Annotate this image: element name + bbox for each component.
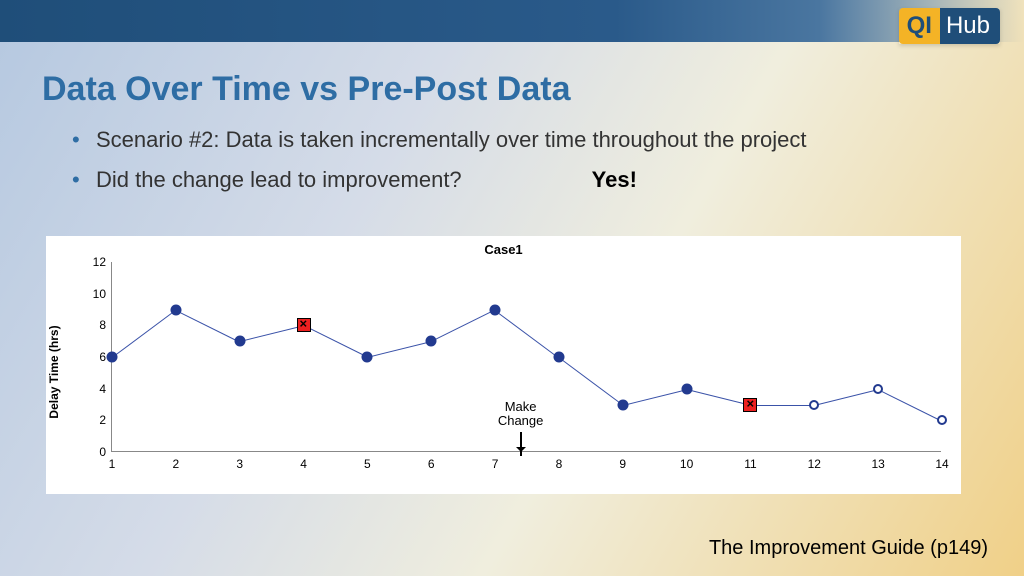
line-segment [303,325,367,358]
slide: QI Hub Data Over Time vs Pre-Post Data S… [0,0,1024,576]
x-tick: 2 [173,457,180,471]
x-tick: 5 [364,457,371,471]
plot-area: 0246810121234567891011121314MakeChange [111,262,941,452]
y-tick: 8 [99,318,106,332]
line-segment [686,389,750,406]
chart: Case1 Delay Time (hrs) 02468101212345678… [46,236,961,494]
data-point [362,352,373,363]
marker-red-square [297,318,311,332]
marker-red-square [743,398,757,412]
line-segment [750,405,814,406]
x-tick: 9 [619,457,626,471]
line-segment [240,325,304,342]
line-segment [367,341,431,358]
line-segment [431,309,495,342]
logo-left: QI [899,8,940,44]
x-tick: 1 [109,457,116,471]
x-tick: 14 [935,457,948,471]
data-point [426,336,437,347]
data-point [681,383,692,394]
y-axis-label: Delay Time (hrs) [47,325,61,418]
page-title: Data Over Time vs Pre-Post Data [0,42,1024,125]
x-tick: 13 [871,457,884,471]
line-segment [878,389,942,422]
y-tick: 2 [99,413,106,427]
bullet-list: Scenario #2: Data is taken incrementally… [0,125,1024,194]
x-tick: 3 [236,457,243,471]
chart-title: Case1 [484,242,522,257]
data-point [107,352,118,363]
line-segment [558,357,622,405]
footer-citation: The Improvement Guide (p149) [709,537,988,560]
x-tick: 4 [300,457,307,471]
data-point-open [809,400,819,410]
y-tick: 10 [93,287,106,301]
x-tick: 6 [428,457,435,471]
x-tick: 12 [808,457,821,471]
line-segment [175,310,239,343]
bullet-2: Did the change lead to improvement? Yes! [96,165,954,195]
y-tick: 12 [93,255,106,269]
x-tick: 7 [492,457,499,471]
header-bar [0,0,1024,42]
bullet-1: Scenario #2: Data is taken incrementally… [96,125,954,155]
x-tick: 10 [680,457,693,471]
data-point [234,336,245,347]
x-tick: 8 [556,457,563,471]
data-point [553,352,564,363]
line-segment [494,310,558,358]
data-point-open [937,415,947,425]
data-point [617,399,628,410]
data-point-open [873,384,883,394]
bullet-2-answer: Yes! [592,165,637,195]
bullet-2-text: Did the change lead to improvement? [96,165,462,195]
annotation-make-change: MakeChange [498,400,544,429]
logo-right: Hub [940,8,1000,44]
line-segment [623,389,687,406]
logo: QI Hub [899,8,1000,44]
y-tick: 4 [99,382,106,396]
line-segment [814,389,878,406]
line-segment [112,310,176,358]
y-tick: 6 [99,350,106,364]
data-point [170,304,181,315]
data-point [490,304,501,315]
x-tick: 11 [744,457,756,471]
arrow-down-icon [520,432,522,456]
y-tick: 0 [99,445,106,459]
